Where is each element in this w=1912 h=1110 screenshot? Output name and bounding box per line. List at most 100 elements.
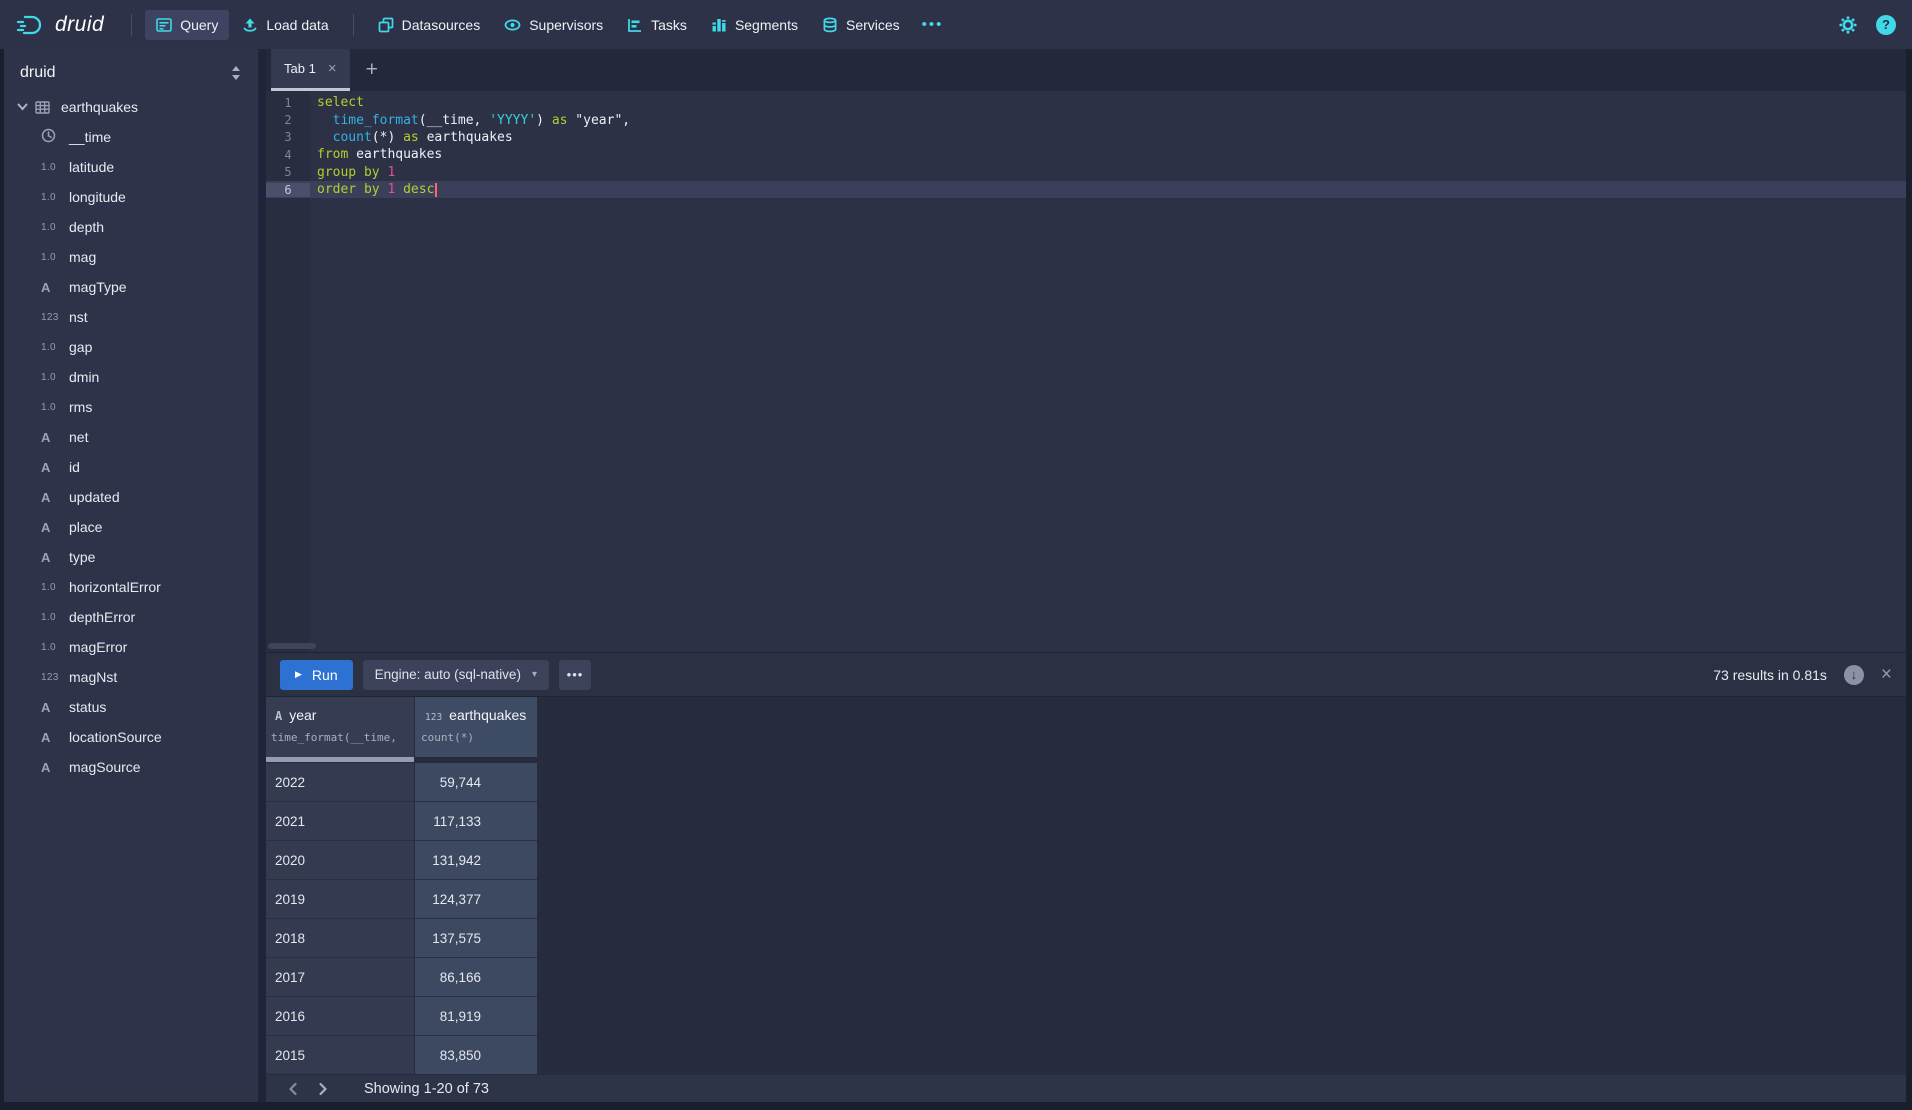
string-type-icon: A bbox=[41, 760, 67, 775]
table-row: 201786,166 bbox=[266, 958, 1906, 997]
nav-item-services[interactable]: Services bbox=[811, 10, 911, 40]
cell-earthquakes[interactable]: 59,744 bbox=[415, 763, 537, 802]
query-more-button[interactable]: ••• bbox=[559, 660, 591, 690]
add-tab-button[interactable]: + bbox=[366, 58, 378, 82]
nav-item-label: Datasources bbox=[402, 17, 481, 33]
sql-line-text: time_format(__time, 'YYYY') as "year", bbox=[310, 113, 630, 128]
tab-1[interactable]: Tab 1 × bbox=[271, 49, 350, 91]
float-type-icon: 1.0 bbox=[41, 612, 67, 623]
cell-year[interactable]: 2020 bbox=[266, 841, 414, 880]
help-icon[interactable]: ? bbox=[1876, 15, 1896, 35]
column-item-updated[interactable]: Aupdated bbox=[4, 482, 258, 512]
column-item-net[interactable]: Anet bbox=[4, 422, 258, 452]
cell-earthquakes[interactable]: 86,166 bbox=[415, 958, 537, 997]
cell-earthquakes[interactable]: 117,133 bbox=[415, 802, 537, 841]
column-item-magType[interactable]: AmagType bbox=[4, 272, 258, 302]
nav-more-icon[interactable]: ••• bbox=[913, 9, 953, 40]
cell-year[interactable]: 2019 bbox=[266, 880, 414, 919]
float-type-icon: 1.0 bbox=[41, 372, 67, 383]
cell-year[interactable]: 2015 bbox=[266, 1036, 414, 1074]
column-item-horizontalError[interactable]: 1.0horizontalError bbox=[4, 572, 258, 602]
sql-line-4[interactable]: 4from earthquakes bbox=[266, 146, 1906, 163]
line-number: 1 bbox=[266, 96, 310, 110]
close-tab-icon[interactable]: × bbox=[328, 60, 337, 77]
tab-label: Tab 1 bbox=[284, 61, 316, 76]
column-item-gap[interactable]: 1.0gap bbox=[4, 332, 258, 362]
column-item-magError[interactable]: 1.0magError bbox=[4, 632, 258, 662]
column-item-depth[interactable]: 1.0depth bbox=[4, 212, 258, 242]
sql-line-2[interactable]: 2 time_format(__time, 'YYYY') as "year", bbox=[266, 111, 1906, 128]
column-item-__time[interactable]: __time bbox=[4, 122, 258, 152]
column-item-rms[interactable]: 1.0rms bbox=[4, 392, 258, 422]
column-item-place[interactable]: Aplace bbox=[4, 512, 258, 542]
table-row: 201583,850 bbox=[266, 1036, 1906, 1074]
column-item-nst[interactable]: 123nst bbox=[4, 302, 258, 332]
column-item-type[interactable]: Atype bbox=[4, 542, 258, 572]
chevron-down-icon[interactable] bbox=[17, 103, 35, 111]
string-type-icon: A bbox=[41, 280, 67, 295]
results-body: 202259,7442021117,1332020131,9422019124,… bbox=[266, 763, 1906, 1074]
editor-hscrollbar[interactable] bbox=[268, 643, 316, 649]
line-number: 2 bbox=[266, 113, 310, 127]
sql-editor[interactable]: 1select2 time_format(__time, 'YYYY') as … bbox=[266, 91, 1906, 652]
sort-double-caret-icon[interactable] bbox=[230, 65, 242, 81]
schema-title: druid bbox=[20, 64, 56, 82]
column-item-dmin[interactable]: 1.0dmin bbox=[4, 362, 258, 392]
tab-bar: Tab 1 × + bbox=[266, 49, 1906, 91]
download-icon[interactable]: ↓ bbox=[1844, 665, 1864, 685]
column-header-year[interactable]: A year time_format(__time, … bbox=[266, 697, 414, 757]
close-results-icon[interactable]: × bbox=[1881, 664, 1892, 686]
float-type-icon: 1.0 bbox=[41, 402, 67, 413]
cell-earthquakes[interactable]: 81,919 bbox=[415, 997, 537, 1036]
column-name: updated bbox=[69, 489, 120, 505]
nav-item-load-data[interactable]: Load data bbox=[231, 10, 339, 40]
column-item-locationSource[interactable]: AlocationSource bbox=[4, 722, 258, 752]
float-type-icon: 1.0 bbox=[41, 222, 67, 233]
nav-item-query[interactable]: Query bbox=[145, 10, 229, 40]
cell-year[interactable]: 2022 bbox=[266, 763, 414, 802]
prev-page-button[interactable] bbox=[278, 1082, 308, 1096]
druid-logo[interactable]: druid bbox=[16, 10, 104, 40]
sql-line-5[interactable]: 5group by 1 bbox=[266, 164, 1906, 181]
column-item-magSource[interactable]: AmagSource bbox=[4, 752, 258, 782]
column-item-mag[interactable]: 1.0mag bbox=[4, 242, 258, 272]
cell-earthquakes[interactable]: 137,575 bbox=[415, 919, 537, 958]
column-item-status[interactable]: Astatus bbox=[4, 692, 258, 722]
results-header-row: A year time_format(__time, … 123 earthqu… bbox=[266, 697, 1906, 757]
nav-item-label: Tasks bbox=[651, 17, 687, 33]
cell-earthquakes[interactable]: 83,850 bbox=[415, 1036, 537, 1074]
column-item-id[interactable]: Aid bbox=[4, 452, 258, 482]
cell-year[interactable]: 2021 bbox=[266, 802, 414, 841]
sql-line-6[interactable]: 6order by 1 desc bbox=[266, 181, 1906, 198]
float-type-icon: 1.0 bbox=[41, 642, 67, 653]
cell-year[interactable]: 2016 bbox=[266, 997, 414, 1036]
column-item-latitude[interactable]: 1.0latitude bbox=[4, 152, 258, 182]
settings-gear-icon[interactable] bbox=[1837, 14, 1859, 36]
sql-line-text: from earthquakes bbox=[310, 147, 442, 162]
column-item-longitude[interactable]: 1.0longitude bbox=[4, 182, 258, 212]
cell-year[interactable]: 2018 bbox=[266, 919, 414, 958]
column-item-magNst[interactable]: 123magNst bbox=[4, 662, 258, 692]
nav-item-tasks[interactable]: Tasks bbox=[616, 10, 698, 40]
column-name: __time bbox=[69, 129, 111, 145]
nav-item-datasources[interactable]: Datasources bbox=[367, 10, 492, 40]
sql-line-3[interactable]: 3 count(*) as earthquakes bbox=[266, 129, 1906, 146]
cell-earthquakes[interactable]: 124,377 bbox=[415, 880, 537, 919]
run-button[interactable]: ▶ Run bbox=[280, 660, 353, 690]
nav-item-segments[interactable]: Segments bbox=[700, 10, 809, 40]
column-header-earthquakes[interactable]: 123 earthquakes count(*) bbox=[415, 697, 537, 757]
nav-item-supervisors[interactable]: Supervisors bbox=[493, 10, 614, 40]
string-type-icon: A bbox=[275, 709, 282, 723]
line-number: 5 bbox=[266, 165, 310, 179]
table-hscrollbar-thumb[interactable] bbox=[266, 757, 414, 762]
cell-year[interactable]: 2017 bbox=[266, 958, 414, 997]
column-name: status bbox=[69, 699, 106, 715]
string-type-icon: A bbox=[41, 490, 67, 505]
next-page-button[interactable] bbox=[308, 1082, 338, 1096]
engine-select[interactable]: Engine: auto (sql-native) ▾ bbox=[363, 660, 549, 690]
column-item-depthError[interactable]: 1.0depthError bbox=[4, 602, 258, 632]
column-name: magType bbox=[69, 279, 127, 295]
cell-earthquakes[interactable]: 131,942 bbox=[415, 841, 537, 880]
sql-line-1[interactable]: 1select bbox=[266, 94, 1906, 111]
datasource-item-earthquakes[interactable]: earthquakes bbox=[4, 92, 258, 122]
